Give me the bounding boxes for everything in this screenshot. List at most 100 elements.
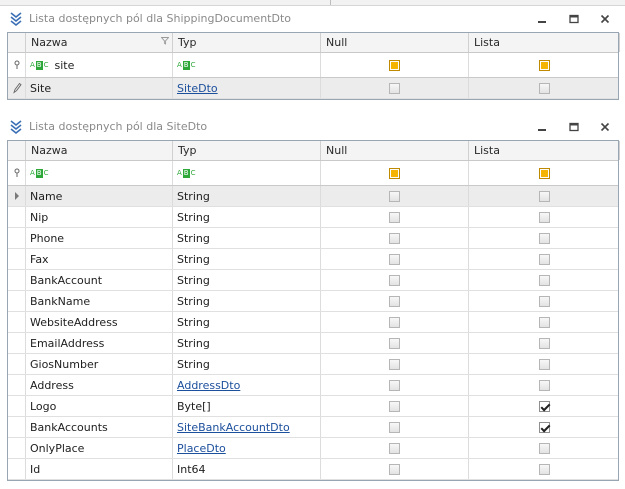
minimize-button[interactable] <box>534 119 550 135</box>
table-row[interactable]: Logo Byte[] <box>8 396 618 417</box>
type-link[interactable]: SiteDto <box>177 82 218 95</box>
field-name-cell[interactable]: EmailAddress <box>26 333 173 353</box>
null-checkbox[interactable] <box>389 337 400 349</box>
list-checkbox[interactable] <box>539 379 550 391</box>
null-checkbox[interactable] <box>389 463 400 475</box>
list-filter-checkbox[interactable] <box>539 167 550 179</box>
list-checkbox[interactable] <box>539 82 550 94</box>
field-type-cell[interactable]: String <box>173 291 321 311</box>
type-filter-input[interactable]: ABC <box>173 53 321 77</box>
column-header-type[interactable]: Typ <box>173 141 321 160</box>
list-checkbox[interactable] <box>539 253 550 265</box>
name-filter-input[interactable]: ABC <box>26 161 173 185</box>
field-name-cell[interactable]: BankAccount <box>26 270 173 290</box>
null-filter-checkbox[interactable] <box>389 167 400 179</box>
field-name-cell[interactable]: WebsiteAddress <box>26 312 173 332</box>
field-name-cell[interactable]: BankName <box>26 291 173 311</box>
field-type-cell[interactable]: String <box>173 312 321 332</box>
field-type-cell[interactable]: String <box>173 270 321 290</box>
column-header-type[interactable]: Typ <box>173 33 321 52</box>
list-filter-checkbox[interactable] <box>539 59 550 71</box>
table-row[interactable]: Name String <box>8 186 618 207</box>
field-name-cell[interactable]: Logo <box>26 396 173 416</box>
list-checkbox[interactable] <box>539 400 550 412</box>
filter-funnel-icon[interactable] <box>161 37 169 45</box>
column-header-null[interactable]: Null <box>321 141 469 160</box>
field-name-cell[interactable]: Address <box>26 375 173 395</box>
field-type-cell[interactable]: String <box>173 354 321 374</box>
null-checkbox[interactable] <box>389 379 400 391</box>
list-checkbox[interactable] <box>539 358 550 370</box>
field-name-cell[interactable]: Site <box>26 78 173 98</box>
field-name-cell[interactable]: Id <box>26 459 173 479</box>
null-checkbox[interactable] <box>389 442 400 454</box>
table-row[interactable]: Fax String <box>8 249 618 270</box>
minimize-button[interactable] <box>534 11 550 27</box>
table-row[interactable]: Id Int64 <box>8 459 618 480</box>
field-name-cell[interactable]: BankAccounts <box>26 417 173 437</box>
field-type-cell[interactable]: String <box>173 333 321 353</box>
type-link[interactable]: PlaceDto <box>177 442 226 455</box>
column-header-name[interactable]: Nazwa <box>26 33 173 52</box>
list-checkbox[interactable] <box>539 463 550 475</box>
list-checkbox[interactable] <box>539 316 550 328</box>
null-checkbox[interactable] <box>389 253 400 265</box>
table-row[interactable]: GiosNumber String <box>8 354 618 375</box>
collapse-chevron-icon[interactable] <box>9 11 23 27</box>
table-row[interactable]: WebsiteAddress String <box>8 312 618 333</box>
maximize-button[interactable] <box>566 11 582 27</box>
list-checkbox[interactable] <box>539 190 550 202</box>
null-checkbox[interactable] <box>389 274 400 286</box>
null-checkbox[interactable] <box>389 295 400 307</box>
column-header-null[interactable]: Null <box>321 33 469 52</box>
list-checkbox[interactable] <box>539 274 550 286</box>
field-name-cell[interactable]: Phone <box>26 228 173 248</box>
list-checkbox[interactable] <box>539 421 550 433</box>
column-header-list[interactable]: Lista <box>469 33 620 52</box>
table-row[interactable]: OnlyPlace PlaceDto <box>8 438 618 459</box>
null-checkbox[interactable] <box>389 211 400 223</box>
null-checkbox[interactable] <box>389 82 400 94</box>
null-checkbox[interactable] <box>389 232 400 244</box>
field-name-cell[interactable]: Name <box>26 186 173 206</box>
close-button[interactable] <box>597 11 613 27</box>
close-button[interactable] <box>597 119 613 135</box>
field-type-cell[interactable]: String <box>173 207 321 227</box>
field-name-cell[interactable]: OnlyPlace <box>26 438 173 458</box>
field-name-cell[interactable]: Nip <box>26 207 173 227</box>
field-type-cell[interactable]: String <box>173 249 321 269</box>
field-type-cell[interactable]: Byte[] <box>173 396 321 416</box>
table-row[interactable]: BankAccount String <box>8 270 618 291</box>
column-header-name[interactable]: Nazwa <box>26 141 173 160</box>
list-checkbox[interactable] <box>539 442 550 454</box>
maximize-button[interactable] <box>566 119 582 135</box>
type-filter-input[interactable]: ABC <box>173 161 321 185</box>
field-type-cell[interactable]: Int64 <box>173 459 321 479</box>
list-checkbox[interactable] <box>539 337 550 349</box>
table-row[interactable]: Address AddressDto <box>8 375 618 396</box>
table-row[interactable]: BankAccounts SiteBankAccountDto <box>8 417 618 438</box>
table-row[interactable]: EmailAddress String <box>8 333 618 354</box>
list-checkbox[interactable] <box>539 232 550 244</box>
table-row[interactable]: Phone String <box>8 228 618 249</box>
list-checkbox[interactable] <box>539 295 550 307</box>
type-link[interactable]: AddressDto <box>177 379 240 392</box>
field-type-cell[interactable]: String <box>173 228 321 248</box>
type-link[interactable]: SiteBankAccountDto <box>177 421 290 434</box>
field-name-cell[interactable]: GiosNumber <box>26 354 173 374</box>
column-header-list[interactable]: Lista <box>469 141 620 160</box>
null-checkbox[interactable] <box>389 316 400 328</box>
list-checkbox[interactable] <box>539 211 550 223</box>
name-filter-input[interactable]: ABC site <box>26 53 173 77</box>
null-checkbox[interactable] <box>389 358 400 370</box>
table-row[interactable]: Nip String <box>8 207 618 228</box>
null-filter-checkbox[interactable] <box>389 59 400 71</box>
table-row[interactable]: BankName String <box>8 291 618 312</box>
field-type-cell[interactable]: String <box>173 186 321 206</box>
field-name-cell[interactable]: Fax <box>26 249 173 269</box>
null-checkbox[interactable] <box>389 190 400 202</box>
null-checkbox[interactable] <box>389 421 400 433</box>
collapse-chevron-icon[interactable] <box>9 119 23 135</box>
table-row[interactable]: Site SiteDto <box>8 78 618 99</box>
null-checkbox[interactable] <box>389 400 400 412</box>
